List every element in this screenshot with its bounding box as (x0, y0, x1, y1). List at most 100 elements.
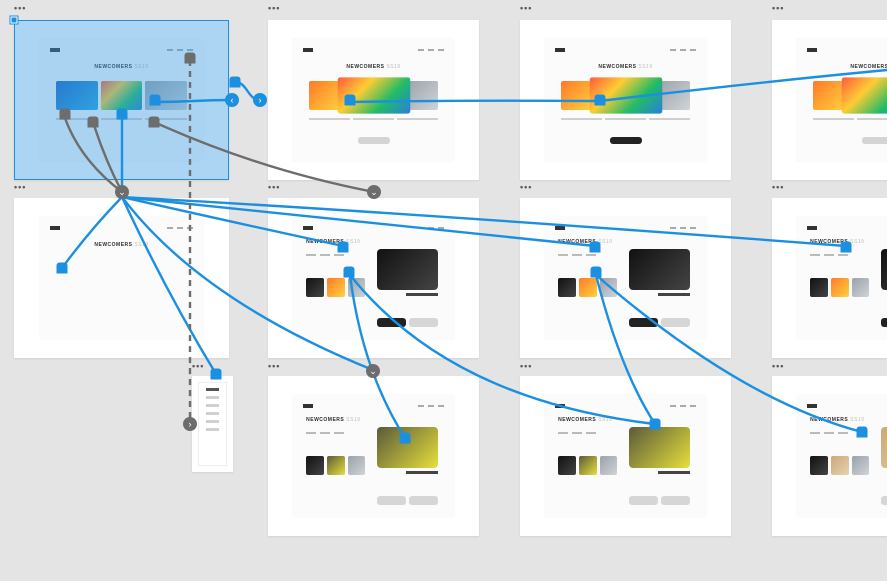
detail-tabs[interactable] (810, 432, 858, 434)
secondary-button[interactable] (409, 496, 438, 505)
artboard[interactable]: NEWCOMERS SS19 (520, 198, 731, 358)
product-thumb[interactable] (831, 456, 849, 475)
selection-handle[interactable] (11, 17, 18, 24)
product-thumb[interactable] (579, 456, 597, 475)
add-to-cart-button[interactable] (881, 496, 887, 505)
product-thumb[interactable] (348, 456, 366, 475)
cta-button[interactable] (609, 137, 641, 144)
product-thumb[interactable] (558, 456, 576, 475)
connection-arrow-down-icon[interactable]: ⌄ (367, 185, 381, 199)
product-thumb[interactable] (852, 456, 870, 475)
artboard[interactable]: NEWCOMERS SS19 (772, 376, 887, 536)
artboard-label[interactable]: ••• (268, 4, 280, 13)
connection-port[interactable] (211, 369, 222, 380)
dropdown-item[interactable] (206, 420, 219, 423)
connection-port[interactable] (650, 419, 661, 430)
secondary-button[interactable] (661, 318, 690, 327)
connection-port[interactable] (88, 117, 99, 128)
artboard-label[interactable]: ••• (772, 362, 784, 371)
add-to-cart-button[interactable] (629, 496, 658, 505)
connection-arrow-right-icon[interactable]: › (253, 93, 267, 107)
product-thumb[interactable] (600, 278, 618, 297)
connection-port[interactable] (149, 117, 160, 128)
dropdown-item[interactable] (206, 412, 219, 415)
product-thumb[interactable] (561, 81, 593, 110)
dropdown-item[interactable] (206, 428, 219, 431)
secondary-button[interactable] (409, 318, 438, 327)
product-thumb[interactable] (327, 278, 345, 297)
product-thumb[interactable] (306, 456, 324, 475)
artboard-label[interactable]: ••• (520, 4, 532, 13)
product-thumb[interactable] (810, 278, 828, 297)
connection-arrow-down-icon[interactable]: ⌄ (115, 185, 129, 199)
connection-line[interactable] (122, 197, 846, 246)
connection-port[interactable] (591, 267, 602, 278)
detail-tabs[interactable] (810, 254, 858, 256)
product-thumb[interactable] (813, 81, 845, 110)
connection-port[interactable] (338, 242, 349, 253)
detail-tabs[interactable] (558, 254, 606, 256)
product-thumb[interactable] (657, 81, 689, 110)
product-thumb[interactable] (831, 278, 849, 297)
product-thumb[interactable] (327, 456, 345, 475)
dropdown-menu[interactable] (198, 382, 227, 466)
detail-tabs[interactable] (306, 254, 354, 256)
detail-tabs[interactable] (306, 432, 354, 434)
connection-port[interactable] (841, 242, 852, 253)
product-thumb[interactable] (306, 278, 324, 297)
connection-port[interactable] (590, 242, 601, 253)
connection-port[interactable] (857, 427, 868, 438)
connection-arrow-left-icon[interactable]: ‹ (225, 93, 239, 107)
artboard[interactable]: NEWCOMERS SS19 (268, 20, 479, 180)
artboard-label[interactable]: ••• (14, 4, 26, 13)
cta-button[interactable] (357, 137, 389, 144)
dropdown-item[interactable] (206, 388, 219, 391)
product-thumb[interactable] (600, 456, 618, 475)
connection-port[interactable] (595, 95, 606, 106)
product-thumb[interactable] (852, 278, 870, 297)
connection-arrow-right-icon[interactable]: › (183, 417, 197, 431)
artboard[interactable]: NEWCOMERS SS19 (268, 376, 479, 536)
artboard[interactable]: NEWCOMERS SS19 (268, 198, 479, 358)
add-to-cart-button[interactable] (881, 318, 887, 327)
artboard[interactable]: NEWCOMERS SS19 (772, 198, 887, 358)
artboard[interactable]: NEWCOMERS SS19 (520, 376, 731, 536)
connection-port[interactable] (117, 109, 128, 120)
connection-port[interactable] (400, 433, 411, 444)
connection-port[interactable] (57, 263, 68, 274)
cta-button[interactable] (861, 137, 887, 144)
add-to-cart-button[interactable] (377, 496, 406, 505)
connection-port[interactable] (344, 267, 355, 278)
artboard-label[interactable]: ••• (772, 4, 784, 13)
dropdown-item[interactable] (206, 396, 219, 399)
secondary-button[interactable] (661, 496, 690, 505)
artboard-label[interactable]: ••• (268, 362, 280, 371)
artboard[interactable]: NEWCOMERS SS19 (14, 198, 229, 358)
connection-port[interactable] (345, 95, 356, 106)
artboard[interactable] (192, 376, 233, 472)
artboard-label[interactable]: ••• (268, 183, 280, 192)
selection-rect[interactable] (14, 20, 229, 180)
add-to-cart-button[interactable] (377, 318, 406, 327)
artboard-label[interactable]: ••• (772, 183, 784, 192)
product-thumb[interactable] (841, 77, 887, 113)
detail-tabs[interactable] (558, 432, 606, 434)
product-thumb[interactable] (810, 456, 828, 475)
connection-port[interactable] (150, 95, 161, 106)
connection-port[interactable] (60, 109, 71, 120)
connection-arrow-down-icon[interactable]: ⌄ (366, 364, 380, 378)
product-thumb[interactable] (579, 278, 597, 297)
product-thumb[interactable] (309, 81, 341, 110)
artboard-label[interactable]: ••• (14, 183, 26, 192)
artboard-label[interactable]: ••• (520, 183, 532, 192)
artboard-label[interactable]: ••• (520, 362, 532, 371)
connection-port[interactable] (230, 77, 241, 88)
add-to-cart-button[interactable] (629, 318, 658, 327)
artboard[interactable]: NEWCOMERS SS19 (520, 20, 731, 180)
product-thumb[interactable] (348, 278, 366, 297)
artboard-label[interactable]: ••• (192, 362, 204, 371)
product-thumb[interactable] (405, 81, 437, 110)
dropdown-item[interactable] (206, 404, 219, 407)
connection-port[interactable] (185, 53, 196, 64)
product-thumb[interactable] (558, 278, 576, 297)
